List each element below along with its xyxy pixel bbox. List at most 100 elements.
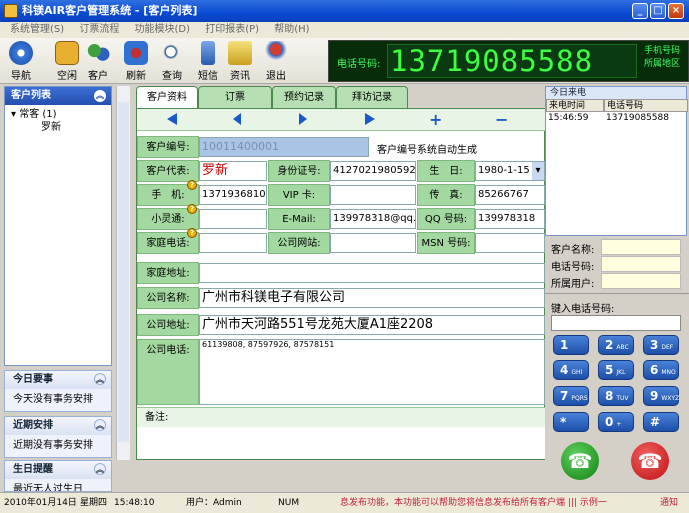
incoming-calls-panel: 今日来电 来电时间 电话号码 15:46:59 13719085588: [545, 86, 688, 236]
next-record-icon[interactable]: [299, 113, 307, 125]
search-button[interactable]: 查询: [155, 41, 189, 82]
mobile-field[interactable]: 13719368108: [199, 185, 267, 205]
remark-field[interactable]: [137, 427, 546, 459]
birthday-select[interactable]: 1980-1-15 ▾: [475, 161, 545, 181]
col-call-time[interactable]: 来电时间: [546, 99, 604, 112]
key-4[interactable]: 4 GHI: [553, 360, 589, 380]
refresh-button[interactable]: 刷新: [119, 41, 153, 82]
owner-label: 所属用户:: [551, 279, 595, 290]
menu-ticket-flow[interactable]: 订票流程: [79, 22, 119, 38]
id-field[interactable]: 412702198059205: [330, 161, 416, 181]
msn-label: MSN 号码:: [417, 232, 475, 254]
prev-record-icon[interactable]: [233, 113, 241, 125]
menu-help[interactable]: 帮助(H): [274, 22, 309, 38]
owner-field[interactable]: [601, 273, 681, 289]
status-bar: 2010年01月14日 星期四 15:48:10 用户：Admin NUM 息发…: [0, 492, 689, 513]
call-time-cell[interactable]: 15:46:59: [546, 112, 604, 125]
exit-button[interactable]: 退出: [259, 41, 293, 82]
caller-display: 电话号码: 13719085588 手机号码 所属地区: [328, 40, 689, 82]
home-phone-hint-icon[interactable]: ?: [187, 228, 197, 238]
info-icon: [228, 41, 252, 65]
call-button[interactable]: ☎: [561, 442, 599, 480]
menu-print-reports[interactable]: 打印报表(P): [205, 22, 259, 38]
info-phone-field[interactable]: [601, 256, 681, 272]
collapse-icon[interactable]: ︽: [94, 90, 106, 102]
status-marquee: 息发布功能，本功能可以帮助您将信息发布给所有客户端 ||| 示例一: [340, 498, 607, 508]
home-phone-field[interactable]: [199, 233, 267, 253]
recent-text: 近期没有事务安排: [5, 435, 111, 457]
col-phone-number[interactable]: 电话号码: [604, 99, 688, 112]
last-record-icon[interactable]: [365, 113, 375, 125]
title-bar: 科镁AIR客户管理系统 - [客户列表] _ □ ×: [0, 0, 689, 22]
vip-field[interactable]: [330, 185, 416, 205]
navigate-button[interactable]: 导航: [4, 41, 38, 82]
pas-field[interactable]: [199, 209, 267, 229]
mobile-hint-icon[interactable]: ?: [187, 180, 197, 190]
company-phone-field[interactable]: 61139808, 87597926, 87578151: [199, 339, 545, 405]
rep-field[interactable]: 罗新: [199, 161, 267, 181]
chevron-down-icon[interactable]: ▾: [532, 162, 544, 180]
tab-appointments[interactable]: 预约记录: [272, 86, 336, 108]
tab-customer-info[interactable]: 客户资料: [136, 86, 198, 109]
caller-number: 13719085588: [387, 44, 637, 78]
customer-form: + − 客户编号: 10011400001 客户编号系统自动生成 客户代表: 罗…: [136, 108, 546, 460]
tree-group-frequent[interactable]: ▾ 常客 (1): [11, 108, 105, 121]
dial-input[interactable]: [551, 315, 681, 331]
key-hash[interactable]: #: [643, 412, 679, 432]
company-address-field[interactable]: 广州市天河路551号龙苑大厦A1座2208: [199, 315, 545, 335]
scrollbar-track[interactable]: [118, 102, 129, 442]
key-6[interactable]: 6 MNO: [643, 360, 679, 380]
tree-toggle-icon[interactable]: ▾: [11, 109, 19, 120]
maximize-button[interactable]: □: [650, 3, 666, 19]
tree-item-customer[interactable]: 罗新: [11, 121, 105, 134]
remark-label: 备注:: [137, 407, 546, 427]
exit-icon: [264, 41, 288, 65]
key-2[interactable]: 2 ABC: [598, 335, 634, 355]
delete-record-icon[interactable]: −: [495, 110, 508, 129]
company-field[interactable]: 广州市科镁电子有限公司: [199, 288, 545, 308]
collapse-icon[interactable]: ︽: [94, 463, 106, 475]
pas-hint-icon[interactable]: ?: [187, 204, 197, 214]
customer-name-field[interactable]: [601, 239, 681, 255]
msn-field[interactable]: [475, 233, 545, 253]
sms-button[interactable]: 短信: [191, 41, 225, 82]
status-notice[interactable]: 通知: [660, 493, 678, 513]
customer-no-field[interactable]: 10011400001: [199, 137, 369, 157]
collapse-icon[interactable]: ︽: [94, 373, 106, 385]
key-7[interactable]: 7 PQRS: [553, 386, 589, 406]
today-panel: 今日要事 ︽ 今天没有事务安排: [4, 370, 112, 412]
birthday-header: 生日提醒 ︽: [5, 461, 111, 479]
close-button[interactable]: ×: [668, 3, 684, 19]
fax-field[interactable]: 85266767: [475, 185, 545, 205]
key-0[interactable]: 0 +: [598, 412, 634, 432]
key-1[interactable]: 1: [553, 335, 589, 355]
home-address-field[interactable]: [199, 263, 545, 283]
company-phone-label: 公司电话:: [137, 339, 199, 405]
birthday-text: 最近无人过生日: [5, 479, 111, 491]
tab-ticket[interactable]: 订票: [198, 86, 272, 108]
key-star[interactable]: *: [553, 412, 589, 432]
refresh-icon: [124, 41, 148, 65]
key-3[interactable]: 3 DEF: [643, 335, 679, 355]
incoming-calls-title: 今日来电: [546, 87, 686, 99]
minimize-button[interactable]: _: [632, 3, 648, 19]
idle-button[interactable]: 空闲: [50, 41, 84, 82]
email-field[interactable]: 139978318@qq.c: [330, 209, 416, 229]
key-9[interactable]: 9 WXYZ: [643, 386, 679, 406]
menu-modules[interactable]: 功能模块(D): [135, 22, 191, 38]
call-phone-cell[interactable]: 13719085588: [604, 112, 688, 125]
vertical-scrollbar[interactable]: [116, 86, 130, 460]
hangup-button[interactable]: ☎: [631, 442, 669, 480]
first-record-icon[interactable]: [167, 113, 177, 125]
website-field[interactable]: [330, 233, 416, 253]
qq-field[interactable]: 139978318: [475, 209, 545, 229]
phone-icon: [201, 41, 215, 65]
news-button[interactable]: 资讯: [223, 41, 257, 82]
menu-system[interactable]: 系统管理(S): [10, 22, 64, 38]
tab-visits[interactable]: 拜访记录: [336, 86, 408, 108]
customer-button[interactable]: 客户: [81, 41, 115, 82]
key-8[interactable]: 8 TUV: [598, 386, 634, 406]
key-5[interactable]: 5 JKL: [598, 360, 634, 380]
collapse-icon[interactable]: ︽: [94, 419, 106, 431]
add-record-icon[interactable]: +: [429, 110, 442, 129]
